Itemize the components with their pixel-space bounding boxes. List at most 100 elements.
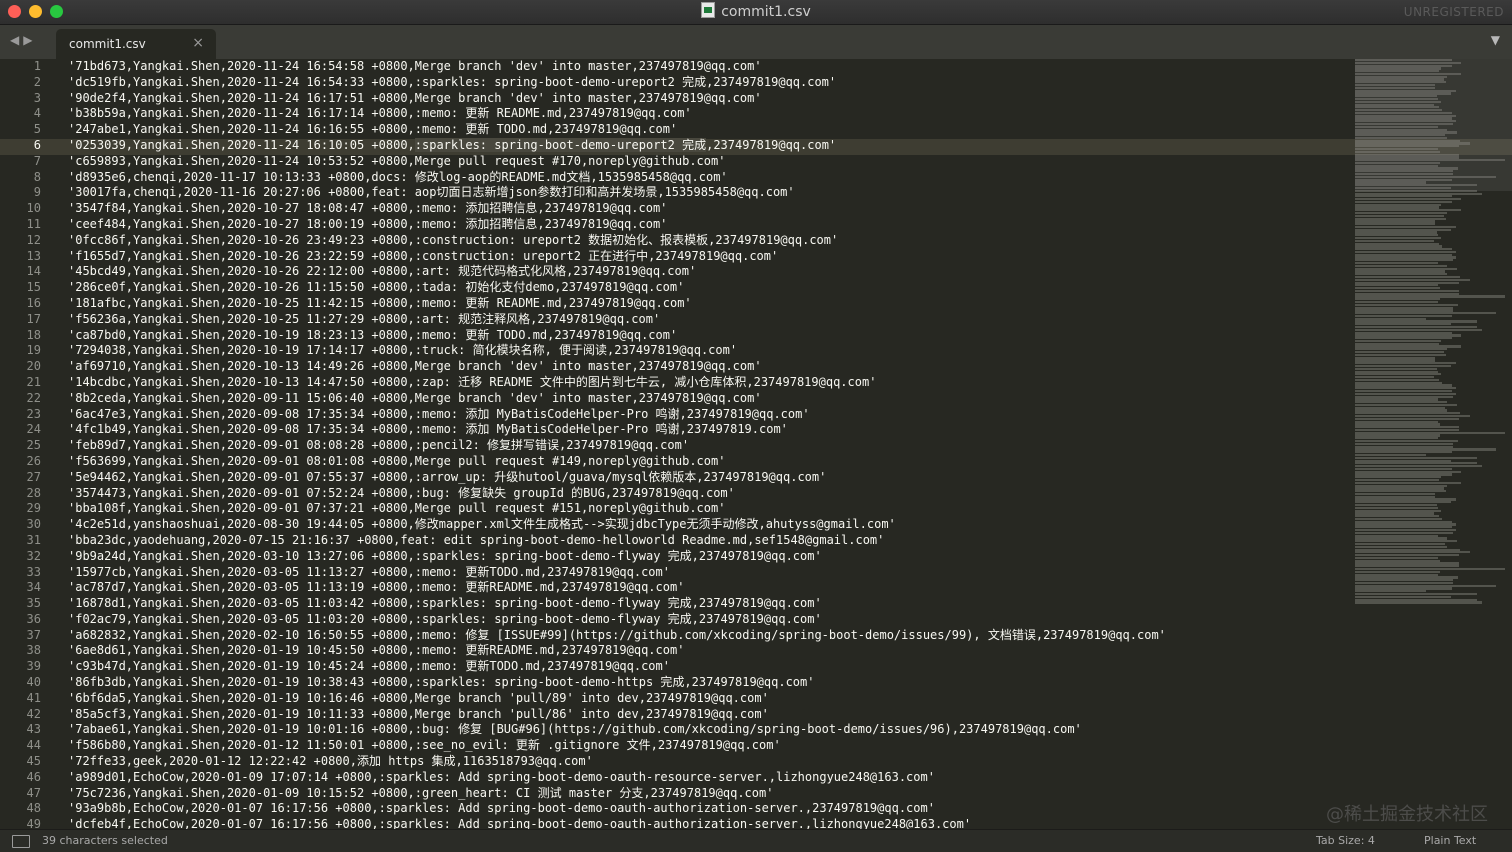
code-line[interactable]: 'f1655d7,Yangkai.Shen,2020-10-26 23:22:5…	[68, 249, 1338, 265]
code-line[interactable]: '7294038,Yangkai.Shen,2020-10-19 17:14:1…	[68, 343, 1338, 359]
code-line[interactable]: '86fb3db,Yangkai.Shen,2020-01-19 10:38:4…	[68, 675, 1338, 691]
code-line[interactable]: 'af69710,Yangkai.Shen,2020-10-13 14:49:2…	[68, 359, 1338, 375]
line-number: 44	[26, 738, 41, 753]
tab-dropdown-icon[interactable]: ▼	[1491, 33, 1500, 47]
panel-toggle-icon[interactable]	[12, 835, 30, 848]
code-line[interactable]: '15977cb,Yangkai.Shen,2020-03-05 11:13:2…	[68, 565, 1338, 581]
code-line[interactable]: 'dc519fb,Yangkai.Shen,2020-11-24 16:54:3…	[68, 75, 1338, 91]
code-line[interactable]: 'ca87bd0,Yangkai.Shen,2020-10-19 18:23:1…	[68, 328, 1338, 344]
line-number: 5	[33, 122, 41, 137]
line-number: 8	[33, 169, 41, 184]
line-number: 17	[26, 311, 41, 326]
nav-forward-icon[interactable]: ▶	[23, 33, 36, 47]
code-line[interactable]: '3547f84,Yangkai.Shen,2020-10-27 18:08:4…	[68, 201, 1338, 217]
line-number: 37	[26, 627, 41, 642]
tab-size-selector[interactable]: Tab Size: 4	[1316, 830, 1375, 852]
line-number: 12	[26, 232, 41, 247]
watermark: @稀土掘金技术社区	[1326, 804, 1488, 825]
line-number: 1	[33, 59, 41, 73]
line-number: 22	[26, 390, 41, 405]
line-number: 3	[33, 90, 41, 105]
code-line[interactable]: 'f02ac79,Yangkai.Shen,2020-03-05 11:03:2…	[68, 612, 1338, 628]
line-number: 2	[33, 74, 41, 89]
code-line[interactable]: '6ac47e3,Yangkai.Shen,2020-09-08 17:35:3…	[68, 407, 1338, 423]
code-line[interactable]: '0253039,Yangkai.Shen,2020-11-24 16:10:0…	[68, 137, 1338, 154]
line-number: 21	[26, 374, 41, 389]
line-number: 49	[26, 817, 41, 829]
line-number: 20	[26, 359, 41, 374]
line-number: 10	[26, 201, 41, 216]
code-line[interactable]: 'a989d01,EchoCow,2020-01-09 17:07:14 +08…	[68, 770, 1338, 786]
code-line[interactable]: 'f56236a,Yangkai.Shen,2020-10-25 11:27:2…	[68, 312, 1338, 328]
line-number: 27	[26, 469, 41, 484]
code-line[interactable]: '30017fa,chenqi,2020-11-16 20:27:06 +080…	[68, 185, 1338, 201]
code-line[interactable]: '14bcdbc,Yangkai.Shen,2020-10-13 14:47:5…	[68, 375, 1338, 391]
spreadsheet-file-icon	[701, 2, 716, 18]
line-number: 39	[26, 659, 41, 674]
code-line[interactable]: 'bba23dc,yaodehuang,2020-07-15 21:16:37 …	[68, 533, 1338, 549]
line-number: 6	[33, 137, 41, 152]
code-line[interactable]: '7abae61,Yangkai.Shen,2020-01-19 10:01:1…	[68, 722, 1338, 738]
title-bar: commit1.csv UNREGISTERED	[0, 0, 1512, 25]
code-line[interactable]: 'ac787d7,Yangkai.Shen,2020-03-05 11:13:1…	[68, 580, 1338, 596]
line-number: 33	[26, 564, 41, 579]
code-line[interactable]: '6ae8d61,Yangkai.Shen,2020-01-19 10:45:5…	[68, 643, 1338, 659]
line-number: 42	[26, 706, 41, 721]
code-line[interactable]: '8b2ceda,Yangkai.Shen,2020-09-11 15:06:4…	[68, 391, 1338, 407]
nav-back-icon[interactable]: ◀	[10, 33, 23, 47]
code-line[interactable]: 'c93b47d,Yangkai.Shen,2020-01-19 10:45:2…	[68, 659, 1338, 675]
code-line[interactable]: 'f563699,Yangkai.Shen,2020-09-01 08:01:0…	[68, 454, 1338, 470]
code-line[interactable]: '9b9a24d,Yangkai.Shen,2020-03-10 13:27:0…	[68, 549, 1338, 565]
line-number: 34	[26, 580, 41, 595]
code-line[interactable]: '6bf6da5,Yangkai.Shen,2020-01-19 10:16:4…	[68, 691, 1338, 707]
code-line[interactable]: '5e94462,Yangkai.Shen,2020-09-01 07:55:3…	[68, 470, 1338, 486]
code-line[interactable]: '72ffe33,geek,2020-01-12 12:22:42 +0800,…	[68, 754, 1338, 770]
code-line[interactable]: '181afbc,Yangkai.Shen,2020-10-25 11:42:1…	[68, 296, 1338, 312]
code-line[interactable]: '71bd673,Yangkai.Shen,2020-11-24 16:54:5…	[68, 59, 1338, 75]
code-line[interactable]: 'feb89d7,Yangkai.Shen,2020-09-01 08:08:2…	[68, 438, 1338, 454]
selection-status: 39 characters selected	[42, 834, 168, 847]
code-line[interactable]: '4fc1b49,Yangkai.Shen,2020-09-08 17:35:3…	[68, 422, 1338, 438]
syntax-selector[interactable]: Plain Text	[1424, 830, 1476, 852]
line-number: 11	[26, 216, 41, 231]
line-number: 35	[26, 596, 41, 611]
code-line[interactable]: 'c659893,Yangkai.Shen,2020-11-24 10:53:5…	[68, 154, 1338, 170]
tab-bar: ◀▶ commit1.csv × ▼	[0, 25, 1512, 59]
line-number: 41	[26, 690, 41, 705]
code-area[interactable]: '71bd673,Yangkai.Shen,2020-11-24 16:54:5…	[68, 59, 1338, 829]
tab-nav-arrows[interactable]: ◀▶	[10, 33, 36, 47]
line-number: 48	[26, 801, 41, 816]
tab-commit1-csv[interactable]: commit1.csv ×	[56, 29, 216, 59]
code-line[interactable]: '90de2f4,Yangkai.Shen,2020-11-24 16:17:5…	[68, 91, 1338, 107]
code-line[interactable]: 'bba108f,Yangkai.Shen,2020-09-01 07:37:2…	[68, 501, 1338, 517]
code-line[interactable]: 'f586b80,Yangkai.Shen,2020-01-12 11:50:0…	[68, 738, 1338, 754]
code-line[interactable]: 'dcfeb4f,EchoCow,2020-01-07 16:17:56 +08…	[68, 817, 1338, 829]
line-number: 18	[26, 327, 41, 342]
tab-close-icon[interactable]: ×	[192, 35, 204, 51]
code-line[interactable]: '286ce0f,Yangkai.Shen,2020-10-26 11:15:5…	[68, 280, 1338, 296]
line-number-gutter: 1 2 3 4 5 6 7 8 9 10 11 12 13 14 15 16 17 18 19 20 21 22 23 24 2…	[0, 59, 50, 829]
code-line[interactable]: '75c7236,Yangkai.Shen,2020-01-09 10:15:5…	[68, 786, 1338, 802]
line-number: 30	[26, 517, 41, 532]
code-line[interactable]: 'ceef484,Yangkai.Shen,2020-10-27 18:00:1…	[68, 217, 1338, 233]
code-line[interactable]: '16878d1,Yangkai.Shen,2020-03-05 11:03:4…	[68, 596, 1338, 612]
editor[interactable]: 1 2 3 4 5 6 7 8 9 10 11 12 13 14 15 16 17 18 19 20 21 22 23 24 2…	[0, 59, 1512, 829]
status-bar: 39 characters selected Tab Size: 4 Plain…	[0, 829, 1512, 852]
code-line[interactable]: 'b38b59a,Yangkai.Shen,2020-11-24 16:17:1…	[68, 106, 1338, 122]
code-line[interactable]: '0fcc86f,Yangkai.Shen,2020-10-26 23:49:2…	[68, 233, 1338, 249]
line-number: 46	[26, 769, 41, 784]
code-line[interactable]: '93a9b8b,EchoCow,2020-01-07 16:17:56 +08…	[68, 801, 1338, 817]
line-number: 19	[26, 343, 41, 358]
code-line[interactable]: '4c2e51d,yanshaoshuai,2020-08-30 19:44:0…	[68, 517, 1338, 533]
minimap[interactable]	[1355, 59, 1512, 829]
code-line[interactable]: '85a5cf3,Yangkai.Shen,2020-01-19 10:11:3…	[68, 707, 1338, 723]
code-line[interactable]: '247abe1,Yangkai.Shen,2020-11-24 16:16:5…	[68, 122, 1338, 138]
code-line[interactable]: '3574473,Yangkai.Shen,2020-09-01 07:52:2…	[68, 486, 1338, 502]
code-line[interactable]: 'd8935e6,chenqi,2020-11-17 10:13:33 +080…	[68, 170, 1338, 186]
code-line[interactable]: '45bcd49,Yangkai.Shen,2020-10-26 22:12:0…	[68, 264, 1338, 280]
code-line[interactable]: 'a682832,Yangkai.Shen,2020-02-10 16:50:5…	[68, 628, 1338, 644]
line-number: 24	[26, 422, 41, 437]
line-number: 40	[26, 675, 41, 690]
line-number: 14	[26, 264, 41, 279]
window-title-text: commit1.csv	[721, 4, 811, 20]
